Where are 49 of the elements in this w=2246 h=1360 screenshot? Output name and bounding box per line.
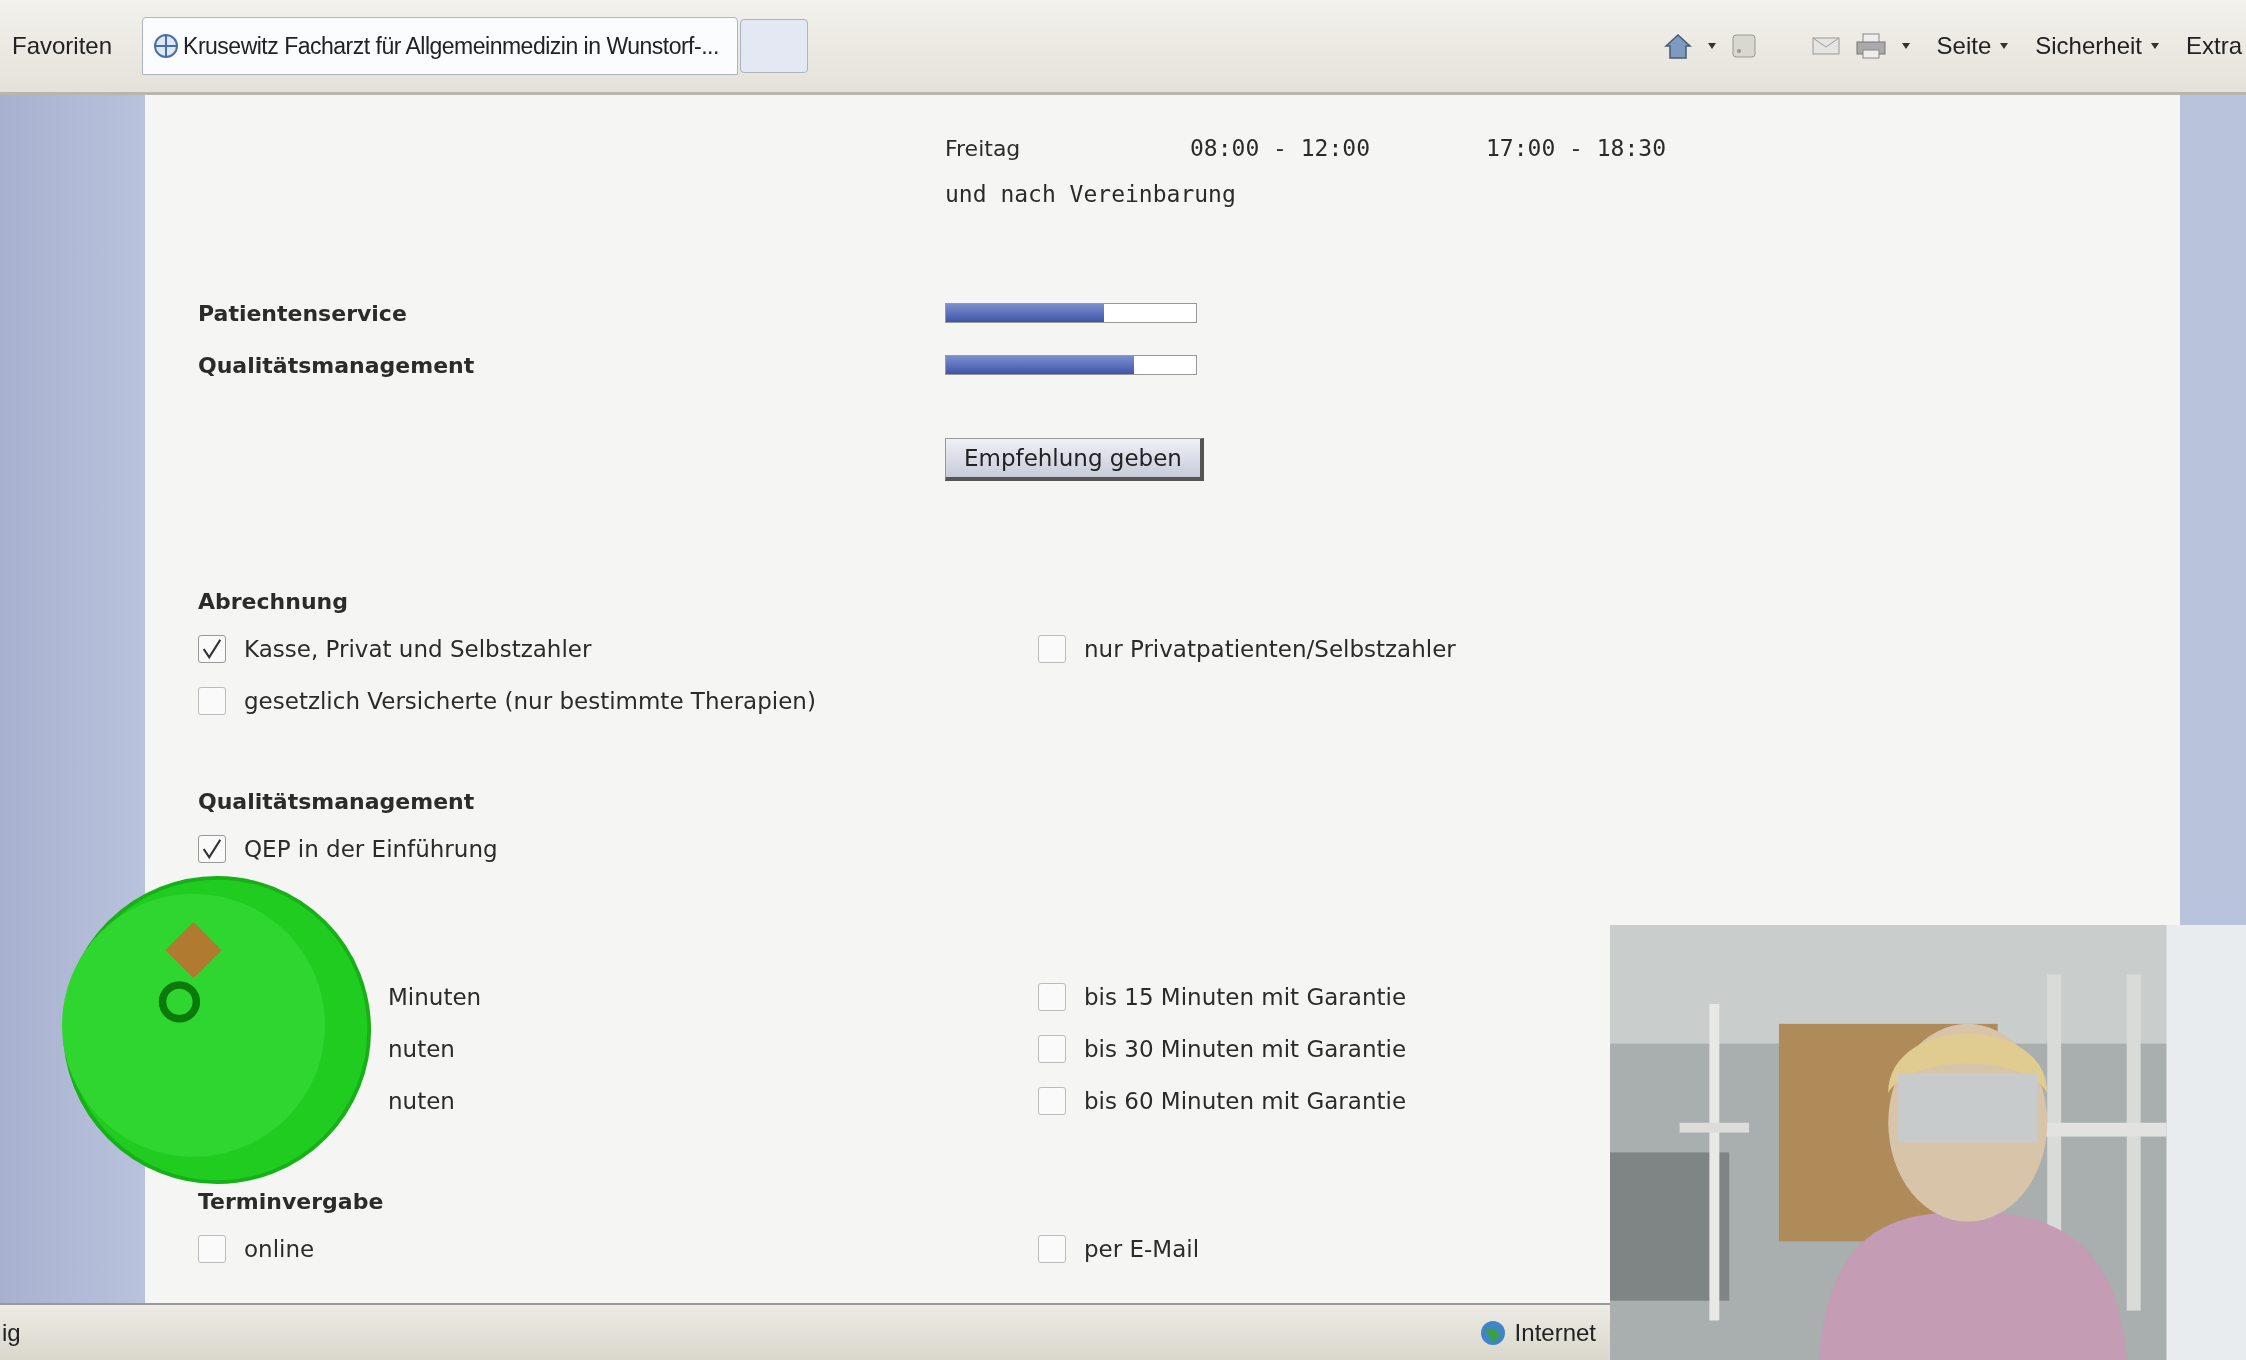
checkbox[interactable] xyxy=(198,835,226,863)
checkbox[interactable] xyxy=(198,1235,226,1263)
toolbar-menu[interactable]: Sicherheit xyxy=(2035,32,2160,60)
option-label: gesetzlich Versicherte (nur bestimmte Therapien) xyxy=(244,688,816,714)
toolbar-menu[interactable]: Extra xyxy=(2186,32,2242,60)
checkbox[interactable] xyxy=(198,687,226,715)
section-heading: Qualitätsmanagement xyxy=(198,787,476,816)
checkbox[interactable] xyxy=(1038,635,1066,663)
hours-note: und nach Vereinbarung xyxy=(945,180,1237,209)
option-label: per E-Mail xyxy=(1084,1236,1200,1262)
browser-tab[interactable]: Krusewitz Facharzt für Allgemeinmedizin in Wunstorf-... xyxy=(142,17,738,75)
favorites-button[interactable]: Favoriten xyxy=(0,32,133,60)
rating-label: Qualitätsmanagement xyxy=(198,352,476,378)
option-label: Kasse, Privat und Selbstzahler xyxy=(244,636,592,662)
status-text: ig xyxy=(1,1318,21,1347)
checkbox[interactable] xyxy=(1038,1235,1066,1263)
option-label: Minuten xyxy=(387,984,482,1010)
option-label: nuten xyxy=(387,1036,455,1062)
opening-time: 08:00 - 12:00 xyxy=(1190,135,1371,161)
checkbox[interactable] xyxy=(1038,1035,1066,1063)
rating-label: Patientenservice xyxy=(198,300,408,326)
caret-icon[interactable] xyxy=(1900,42,1911,50)
caret-icon[interactable] xyxy=(1706,42,1717,50)
recommend-button[interactable]: Empfehlung geben xyxy=(945,438,1204,481)
checkbox[interactable] xyxy=(1038,1087,1066,1115)
checkbox[interactable] xyxy=(198,635,226,663)
feed-icon[interactable] xyxy=(1730,33,1757,59)
printer-icon[interactable] xyxy=(1854,32,1887,60)
section-heading: Abrechnung xyxy=(198,587,349,616)
opening-time: 17:00 - 18:30 xyxy=(1486,135,1667,161)
toolbar-menu[interactable]: Seite xyxy=(1936,32,2010,60)
new-tab-button[interactable] xyxy=(739,19,808,73)
home-icon[interactable] xyxy=(1662,32,1693,60)
checkbox[interactable] xyxy=(1038,983,1066,1011)
option-label: bis 30 Minuten mit Garantie xyxy=(1084,1036,1407,1062)
globe-icon xyxy=(1478,1318,1507,1347)
security-zone: Internet xyxy=(1514,1318,1596,1347)
caret-icon xyxy=(1999,42,2010,50)
option-label: bis 60 Minuten mit Garantie xyxy=(1084,1088,1407,1114)
option-label: nuten xyxy=(387,1088,455,1114)
weekday: Freitag xyxy=(945,135,1022,161)
mail-icon[interactable] xyxy=(1810,35,1841,57)
option-label: bis 15 Minuten mit Garantie xyxy=(1084,984,1407,1010)
option-label: QEP in der Einführung xyxy=(244,836,498,862)
option-label: nur Privatpatienten/Selbstzahler xyxy=(1084,636,1456,662)
caret-icon xyxy=(2150,42,2160,50)
section-heading: Terminvergabe xyxy=(198,1187,385,1216)
option-label: online xyxy=(244,1236,315,1262)
globe-icon xyxy=(153,33,180,59)
